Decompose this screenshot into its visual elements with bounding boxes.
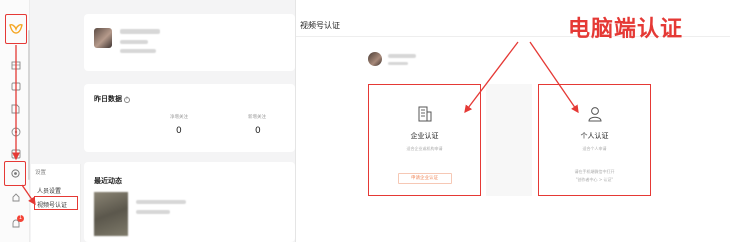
personal-verification-option[interactable]: 个人认证 适合个人申请 请在手机端微信中打开 "创作者中心 > 认证" <box>538 84 651 196</box>
profile-card <box>84 14 295 71</box>
person-icon <box>587 107 602 122</box>
personal-instruction-line2: "创作者中心 > 认证" <box>575 177 614 182</box>
blurred-text <box>120 49 156 53</box>
apply-enterprise-button[interactable]: 申请企业认证 <box>397 173 452 184</box>
enterprise-verification-option[interactable]: 企业认证 适合企业或机构申请 申请企业认证 <box>368 84 481 196</box>
avatar <box>368 52 382 66</box>
stats-card: 昨日数据? 净增关注 0 新增关注 0 <box>84 84 295 152</box>
logo-highlight-box[interactable] <box>5 14 27 44</box>
avatar <box>94 28 112 48</box>
personal-instruction-line1: 请在手机端微信中打开 <box>574 169 615 174</box>
blurred-text <box>120 40 148 44</box>
submenu-item-personnel[interactable]: 人员设置 <box>37 186 61 195</box>
blurred-text <box>388 54 416 58</box>
stat-label: 新增关注 <box>248 115 266 120</box>
building-icon <box>418 106 431 122</box>
recent-title: 最近动态 <box>94 177 122 185</box>
chart-icon[interactable] <box>10 148 21 159</box>
enterprise-desc: 适合企业或机构申请 <box>406 146 443 151</box>
annotation-title: 电脑端认证 <box>568 17 684 42</box>
verification-panel: 视频号认证 电脑端认证 企业认证 适合企业或机构申请 申请企业认证 个人认证 适… <box>296 0 730 242</box>
settings-icon <box>10 169 20 178</box>
personal-title: 个人认证 <box>580 132 609 140</box>
stat-value: 0 <box>255 126 261 136</box>
document-icon[interactable] <box>10 103 21 114</box>
help-icon[interactable]: ? <box>124 96 130 103</box>
enterprise-title: 企业认证 <box>410 132 439 140</box>
user-icon[interactable] <box>10 192 21 203</box>
rail-scrollbar[interactable] <box>28 30 30 180</box>
logo-icon <box>9 24 23 34</box>
video-thumbnail[interactable] <box>94 192 128 236</box>
page-title: 视频号认证 <box>300 21 340 30</box>
blurred-text <box>136 200 186 204</box>
stat-value: 0 <box>176 126 182 136</box>
settings-highlight-box[interactable] <box>4 161 26 186</box>
stat-label: 净增关注 <box>170 115 188 120</box>
video-icon[interactable] <box>10 81 21 92</box>
home-icon[interactable] <box>10 60 21 71</box>
settings-submenu: 设置 人员设置 视频号认证 <box>31 164 81 242</box>
background-card <box>486 84 532 196</box>
compass-icon[interactable] <box>10 126 21 137</box>
icon-rail: 1 <box>0 0 30 242</box>
personal-desc: 适合个人申请 <box>582 146 607 151</box>
submenu-item-channel-verification[interactable]: 视频号认证 <box>37 200 67 209</box>
recent-activity-card: 最近动态 <box>84 162 295 242</box>
submenu-title: 设置 <box>35 170 47 176</box>
stats-title: 昨日数据? <box>94 95 130 103</box>
left-panel: 1 设置 人员设置 视频号认证 昨日数据? 净增关注 0 新增关注 0 最近动态 <box>0 0 295 242</box>
blurred-text <box>388 62 408 65</box>
blurred-text <box>120 29 160 34</box>
notification-badge: 1 <box>17 215 24 222</box>
blurred-text <box>136 210 170 214</box>
